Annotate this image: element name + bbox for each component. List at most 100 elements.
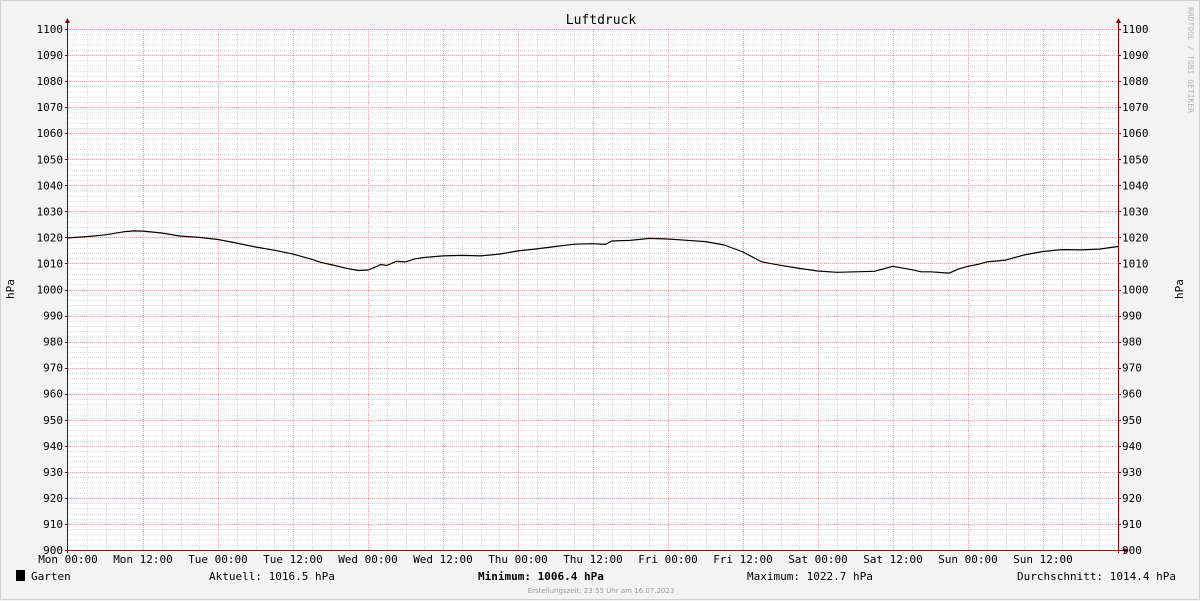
y-tick-label-right: 1060 [1122,127,1149,140]
x-tick-labels: Mon 00:00 Mon 12:00 Tue 00:00 Tue 12:00 Wed … [38,553,1073,566]
x-tick-label: Tue 00:00 [188,553,248,566]
y-tick-label-left: 960 [43,388,63,401]
x-tick-label: Fri 12:00 [713,553,773,566]
y-tick-label-right: 950 [1122,414,1142,427]
data-point-garten [105,234,106,236]
y-tick-label-left: 1060 [37,127,64,140]
data-point-garten [395,261,397,262]
data-point-garten [386,265,388,266]
y-tick-label-left: 1070 [37,101,64,114]
x-tick-label: Mon 00:00 [38,553,98,566]
y-tick-label-right: 960 [1122,388,1142,401]
y-tick-label-right: 1070 [1122,101,1149,114]
data-point-garten [380,264,381,265]
y-tick-label-left: 990 [43,310,63,323]
y-axis-arrow-right [1116,18,1121,23]
y-tick-labels-left: 9009109209309409509609709809901000101010… [37,23,64,557]
data-point-garten [817,270,819,272]
x-tick-label: Sat 00:00 [788,553,848,566]
y-tick-label-right: 970 [1122,362,1142,375]
data-point-garten [948,272,950,274]
data-point-garten [986,261,988,263]
data-point-garten [911,269,913,271]
data-point-garten [367,269,369,271]
y-tick-label-left: 920 [43,492,63,505]
footer-timestamp: Erstellungszeit: 23:55 Uhr am 16.07.2023 [528,587,675,595]
stat-minimum: Minimum: 1006.4 hPa [478,570,604,583]
y-axis-label-right: hPa [1173,279,1186,299]
data-point-garten [442,255,444,257]
data-point-garten [555,246,556,247]
data-point-garten [311,258,313,260]
y-tick-label-left: 930 [43,466,63,479]
data-point-garten [1080,249,1081,251]
y-tick-label-left: 1020 [37,231,64,244]
data-point-garten [461,255,463,256]
data-point-garten [761,261,763,263]
y-tick-label-left: 970 [43,362,63,375]
y-tick-label-right: 1020 [1122,231,1149,244]
data-point-garten [1098,248,1100,250]
data-point-garten [930,271,931,273]
y-tick-label-right: 930 [1122,466,1142,479]
stat-aktuell: Aktuell: 1016.5 hPa [209,570,335,583]
data-point-garten [1117,246,1119,247]
y-tick-label-left: 1090 [37,49,64,62]
y-tick-label-left: 1080 [37,75,64,88]
x-tick-label: Sat 12:00 [863,553,923,566]
data-point-garten [873,270,875,272]
data-point-garten [648,238,650,239]
data-point-garten [348,268,350,270]
data-point-garten [161,232,163,234]
y-axis-arrow-left [65,18,70,23]
y-tick-label-left: 980 [43,336,63,349]
data-point-garten [292,253,294,255]
y-tick-label-left: 1000 [37,284,64,297]
data-point-garten [920,271,922,273]
chart-title: Luftdruck [566,13,637,28]
data-point-garten [498,253,500,255]
y-tick-label-left: 1010 [37,257,64,270]
data-point-garten [480,255,481,257]
data-point-garten [536,248,538,250]
data-point-garten [967,265,969,267]
data-point-garten [373,267,375,268]
data-point-garten [67,237,69,239]
y-axis-label-left: hPa [4,279,17,299]
luftdruck-chart: 900 910 920 930 940 950 960 970 980 990 1000 1010 10… [4,7,1195,595]
data-point-garten [780,264,781,266]
data-point-garten [686,239,688,241]
data-point-garten [611,240,613,242]
data-point-garten [217,239,219,240]
y-tick-label-right: 1080 [1122,75,1149,88]
y-tick-label-left: 1040 [37,179,64,192]
y-tick-label-right: 940 [1122,440,1142,453]
data-point-garten [142,230,144,232]
y-tick-label-left: 950 [43,414,63,427]
y-tick-label-left: 1100 [37,23,64,36]
data-point-garten [1023,254,1025,256]
y-tick-label-right: 990 [1122,310,1142,323]
data-point-garten [405,261,406,263]
y-tick-label-right: 1090 [1122,49,1149,62]
data-point-garten [605,244,606,245]
x-tick-label: Mon 12:00 [113,553,173,566]
y-tick-labels-right: 900 910 920 930 940 950 960 970 980 990 1000 1010 10… [1122,23,1149,557]
data-point-garten [358,270,359,271]
data-point-garten [667,238,669,240]
y-tick-label-right: 910 [1122,518,1142,531]
data-point-garten [630,239,631,241]
y-tick-label-right: 1050 [1122,153,1149,166]
data-point-garten [236,242,238,244]
rrdtool-watermark: RRDTOOL / TOBI OETIKER [1186,7,1195,113]
x-tick-label: Tue 12:00 [263,553,323,566]
stat-maximum: Maximum: 1022.7 hPa [747,570,873,583]
data-point-garten [1042,251,1044,252]
data-point-garten [273,249,275,251]
data-point-garten [123,231,125,233]
data-point-garten [255,246,256,248]
data-point-garten [320,262,322,263]
x-tick-label: Fri 00:00 [638,553,698,566]
data-point-garten [892,265,894,267]
y-tick-label-left: 1030 [37,205,64,218]
